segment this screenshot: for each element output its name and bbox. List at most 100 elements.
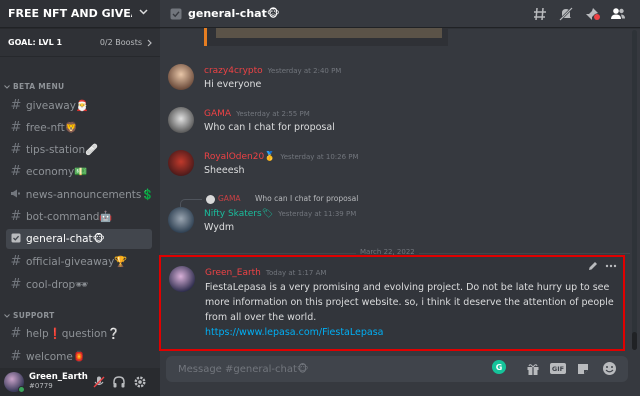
user-panel: Green_Earth #0779 bbox=[0, 368, 160, 396]
channel-bot-command[interactable]: # bot-command🤖 bbox=[6, 206, 152, 226]
more-options-icon[interactable] bbox=[605, 260, 617, 272]
channel-cool-drop[interactable]: # cool-drop🕶 bbox=[6, 274, 152, 294]
channel-welcome[interactable]: # welcome🏮 bbox=[6, 346, 152, 366]
channel-news-announcements[interactable]: news-announcements💲 bbox=[6, 184, 152, 204]
grammarly-icon[interactable]: G bbox=[492, 360, 506, 374]
user-info[interactable]: Green_Earth #0779 bbox=[29, 373, 88, 391]
boost-progress[interactable]: GOAL: LVL 1 0/2 Boosts bbox=[0, 29, 160, 57]
channel-label: free-nft🦁 bbox=[26, 121, 78, 134]
hash-icon: # bbox=[10, 97, 22, 113]
highlighted-message: Green_Earth Today at 1:17 AM FiestaLepasa… bbox=[159, 255, 625, 351]
chevron-down-icon bbox=[4, 313, 10, 318]
hash-icon: # bbox=[10, 325, 22, 341]
message-text: Hi everyone bbox=[204, 79, 262, 90]
hash-icon: # bbox=[10, 348, 22, 364]
hash-icon: # bbox=[10, 141, 22, 157]
hash-icon: # bbox=[10, 119, 22, 135]
megaphone-icon bbox=[10, 187, 22, 202]
channel-giveaway[interactable]: # giveaway🎅 bbox=[6, 95, 152, 115]
chat-area: general-chat🐵 crazy4crypto Yesterday at 2… bbox=[159, 0, 640, 396]
message-timestamp: Yesterday at 10:26 PM bbox=[280, 153, 359, 161]
message-timestamp: Yesterday at 2:55 PM bbox=[236, 110, 310, 118]
channel-label: bot-command🤖 bbox=[26, 210, 113, 223]
channel-label: help❗question❔ bbox=[26, 327, 121, 340]
message-actions bbox=[587, 260, 617, 272]
category-label: BETA MENU bbox=[13, 82, 65, 91]
avatar[interactable] bbox=[4, 372, 25, 393]
message-header: Green_Earth Today at 1:17 AM bbox=[205, 268, 326, 278]
hash-icon: # bbox=[10, 276, 22, 292]
avatar[interactable] bbox=[168, 107, 194, 133]
message-author[interactable]: GAMA bbox=[204, 109, 231, 119]
avatar[interactable] bbox=[168, 64, 194, 90]
edit-pencil-icon[interactable] bbox=[587, 260, 599, 272]
message-text: Wydm bbox=[204, 222, 235, 233]
channel-general-chat[interactable]: general-chat🐵 bbox=[6, 229, 152, 249]
channel-help-question[interactable]: # help❗question❔ bbox=[6, 323, 152, 343]
reply-connector bbox=[180, 199, 202, 207]
gif-button[interactable]: GIF bbox=[550, 363, 566, 374]
scrollbar-track[interactable] bbox=[632, 30, 637, 350]
hash-icon: # bbox=[10, 208, 22, 224]
boost-goal: GOAL: LVL 1 bbox=[8, 38, 63, 47]
message-text-line: FiestaLepasa is a very promising and evo… bbox=[205, 282, 610, 293]
message-link[interactable]: https://www.lepasa.com/FiestaLepasa bbox=[205, 326, 383, 339]
server-header[interactable]: FREE NFT AND GIVEAW... bbox=[0, 0, 160, 28]
headphones-icon[interactable] bbox=[112, 375, 126, 389]
settings-gear-icon[interactable] bbox=[133, 375, 147, 389]
sticker-icon[interactable] bbox=[576, 362, 590, 376]
channel-label: giveaway🎅 bbox=[26, 99, 89, 112]
message-header: RoyalOden20🥇 Yesterday at 10:26 PM bbox=[204, 152, 359, 162]
channel-label: welcome🏮 bbox=[26, 350, 86, 363]
message-header: Nifty Skaters🏷 Yesterday at 11:39 PM bbox=[204, 209, 356, 219]
user-tag: #0779 bbox=[29, 382, 53, 390]
avatar[interactable] bbox=[169, 266, 195, 292]
channel-label: general-chat🐵 bbox=[26, 233, 105, 245]
message-header: GAMA Yesterday at 2:55 PM bbox=[204, 109, 310, 119]
pinned-messages-icon[interactable] bbox=[584, 6, 600, 22]
hash-icon: # bbox=[10, 163, 22, 179]
gift-icon[interactable] bbox=[526, 362, 540, 376]
reply-avatar bbox=[206, 195, 215, 204]
emoji-icon[interactable] bbox=[602, 361, 617, 376]
channel-label: official-giveaway🏆 bbox=[26, 255, 128, 268]
online-status-indicator bbox=[18, 386, 25, 393]
channel-label: news-announcements💲 bbox=[25, 188, 152, 201]
reply-preview-text[interactable]: Who can I chat for proposal bbox=[255, 194, 358, 203]
channel-label: cool-drop🕶 bbox=[26, 278, 89, 291]
message-text-line: more information on this project website… bbox=[205, 297, 614, 308]
channel-label: economy💵 bbox=[26, 165, 88, 178]
mute-mic-icon[interactable] bbox=[92, 375, 106, 389]
message-timestamp: Yesterday at 2:40 PM bbox=[267, 67, 342, 75]
embed-image[interactable] bbox=[216, 28, 442, 38]
server-name: FREE NFT AND GIVEAW... bbox=[8, 7, 132, 20]
notification-bell-muted-icon[interactable] bbox=[558, 6, 574, 22]
rules-channel-icon bbox=[170, 8, 182, 19]
channel-title: general-chat🐵 bbox=[188, 7, 280, 20]
message-text: Sheeesh bbox=[204, 165, 245, 176]
category-beta-menu[interactable]: BETA MENU bbox=[4, 82, 64, 91]
chevron-down-icon bbox=[4, 84, 10, 89]
rules-channel-icon bbox=[10, 232, 22, 247]
message-text-line: from all over the world. bbox=[205, 312, 317, 323]
category-support[interactable]: SUPPORT bbox=[4, 311, 55, 320]
message-author[interactable]: Green_Earth bbox=[205, 268, 261, 278]
channel-label: tips-station🩹 bbox=[26, 143, 99, 156]
message-author[interactable]: RoyalOden20🥇 bbox=[204, 152, 275, 162]
channel-free-nft[interactable]: # free-nft🦁 bbox=[6, 117, 152, 137]
channel-economy[interactable]: # economy💵 bbox=[6, 161, 152, 181]
boost-count: 0/2 Boosts bbox=[99, 38, 142, 47]
message-author[interactable]: crazy4crypto bbox=[204, 66, 263, 76]
reply-author[interactable]: GAMA bbox=[218, 194, 241, 203]
message-author[interactable]: Nifty Skaters🏷 bbox=[204, 209, 273, 219]
message-timestamp: Today at 1:17 AM bbox=[265, 269, 327, 277]
channel-official-giveaway[interactable]: # official-giveaway🏆 bbox=[6, 251, 152, 271]
scrollbar-thumb[interactable] bbox=[632, 332, 637, 350]
avatar[interactable] bbox=[168, 207, 194, 233]
channel-tips-station[interactable]: # tips-station🩹 bbox=[6, 139, 152, 159]
member-list-icon[interactable] bbox=[610, 6, 626, 22]
threads-icon[interactable] bbox=[532, 6, 548, 22]
channel-sidebar: FREE NFT AND GIVEAW... GOAL: LVL 1 0/2 B… bbox=[0, 0, 160, 396]
username: Green_Earth bbox=[29, 372, 88, 382]
avatar[interactable] bbox=[168, 150, 194, 176]
